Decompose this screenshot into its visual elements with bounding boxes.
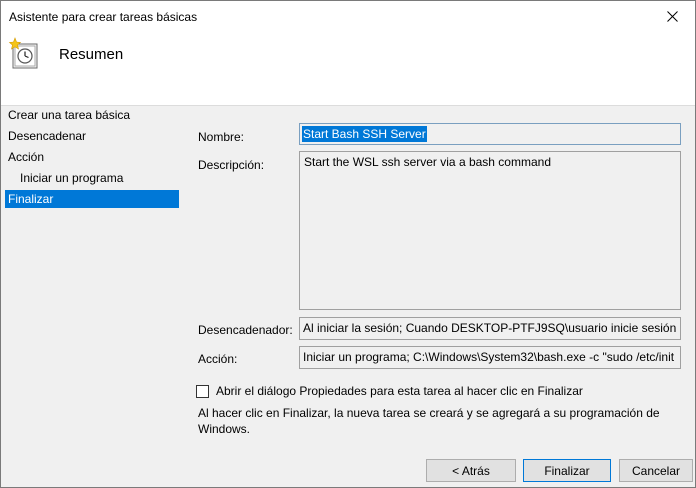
nav-step-start-program[interactable]: Iniciar un programa (5, 169, 179, 187)
nav-step-action[interactable]: Acción (5, 148, 179, 166)
wizard-header: Resumen (1, 32, 695, 106)
action-label: Acción: (198, 352, 238, 366)
name-label: Nombre: (198, 130, 245, 144)
finish-info-text: Al hacer clic en Finalizar, la nueva tar… (198, 406, 660, 436)
nav-step-finish[interactable]: Finalizar (5, 190, 179, 208)
nav-step-create[interactable]: Crear una tarea básica (5, 106, 179, 124)
name-field[interactable]: Start Bash SSH Server (299, 123, 681, 145)
clock-icon (8, 37, 38, 69)
name-value: Start Bash SSH Server (302, 126, 427, 142)
nav-step-trigger[interactable]: Desencadenar (5, 127, 179, 145)
page-title: Resumen (59, 46, 124, 63)
trigger-field[interactable]: Al iniciar la sesión; Cuando DESKTOP-PTF… (299, 317, 681, 340)
window-title: Asistente para crear tareas básicas (9, 10, 198, 24)
title-bar: Asistente para crear tareas básicas (1, 1, 695, 32)
close-button[interactable] (649, 1, 695, 32)
finish-button[interactable]: Finalizar (523, 459, 611, 482)
close-icon (666, 11, 678, 22)
cancel-button[interactable]: Cancelar (619, 459, 693, 482)
open-properties-label: Abrir el diálogo Propiedades para esta t… (216, 384, 583, 398)
description-field[interactable]: Start the WSL ssh server via a bash comm… (299, 151, 681, 310)
open-properties-option[interactable]: Abrir el diálogo Propiedades para esta t… (196, 384, 583, 398)
back-button[interactable]: < Atrás (426, 459, 516, 482)
action-field[interactable]: Iniciar un programa; C:\Windows\System32… (299, 346, 681, 369)
open-properties-checkbox[interactable] (196, 384, 209, 398)
description-label: Descripción: (198, 158, 265, 172)
trigger-label: Desencadenador: (198, 323, 293, 337)
wizard-window: Asistente para crear tareas básicas Resu… (0, 0, 696, 488)
